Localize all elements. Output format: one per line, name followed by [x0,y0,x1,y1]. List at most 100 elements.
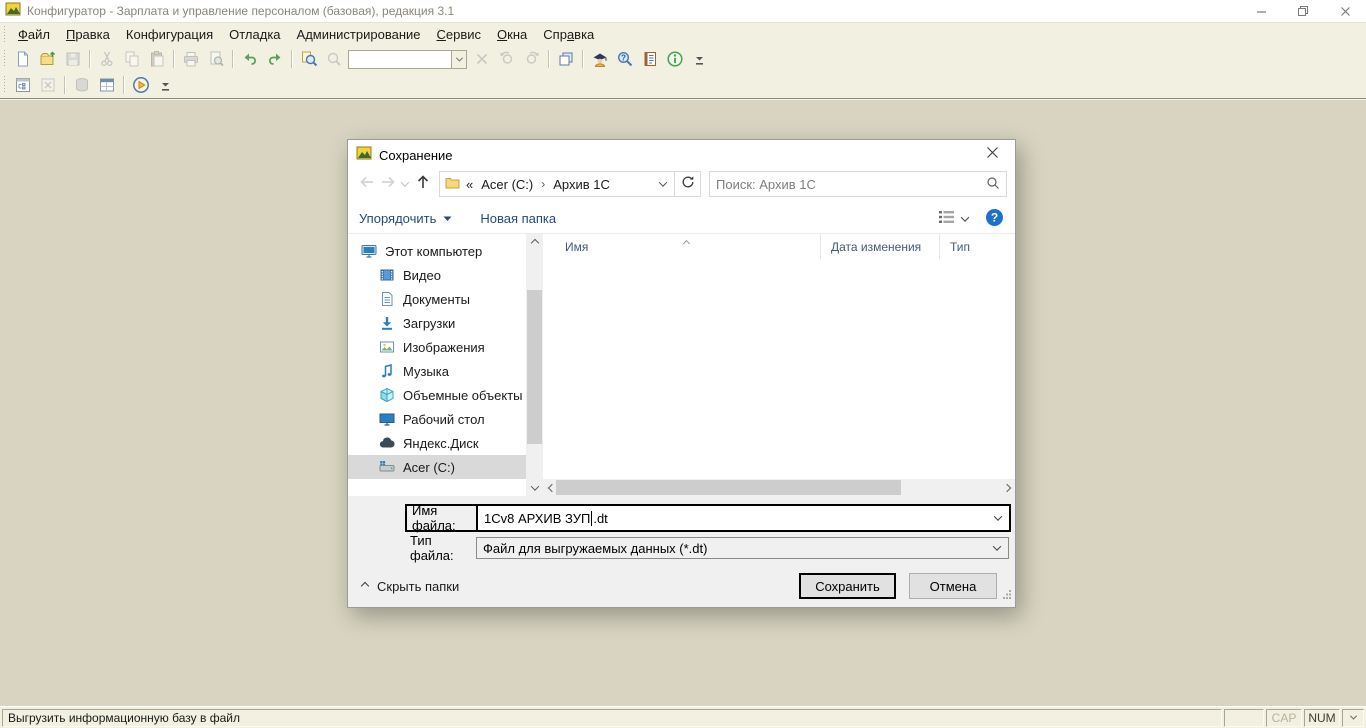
help-search-icon: ? [616,50,634,68]
hide-folders-button[interactable]: Скрыть папки [362,579,459,594]
filename-input[interactable]: 1Cv8 АРХИВ ЗУП .dt [476,506,1009,530]
save-button[interactable]: Сохранить [799,573,896,599]
find-button[interactable] [296,48,321,70]
info-button[interactable] [662,48,687,70]
sidebar-scrollbar[interactable] [526,234,543,496]
up-arrow-icon [414,173,432,196]
status-overflow-button[interactable] [1342,709,1364,727]
scrollbar-thumb[interactable] [527,290,542,444]
quick-search-input[interactable] [348,50,452,69]
new-folder-button[interactable]: Новая папка [480,211,556,226]
address-dropdown-button[interactable] [652,172,674,196]
clear-search-button [469,48,494,70]
resize-grip[interactable] [1002,586,1012,604]
organize-button[interactable]: Упорядочить [359,211,452,226]
dialog-close-button[interactable] [970,141,1015,170]
breadcrumb-segment[interactable]: Acer (C:) [481,177,533,192]
file-list-area: ИмяДата измененияТип [543,234,1015,496]
quick-search-combobox[interactable] [348,50,467,69]
debug-start-button[interactable] [128,74,153,96]
sidebar-item-documents[interactable]: Документы [348,287,526,311]
help-button[interactable]: ? [985,208,1004,230]
close-button[interactable] [1324,0,1366,22]
column-header-type[interactable]: Тип [940,234,1015,259]
search-input[interactable]: Поиск: Архив 1С [709,171,1007,197]
clear-search-icon [473,50,491,68]
filetype-select[interactable]: Файл для выгружаемых данных (*.dt) [476,537,1009,559]
file-list-horizontal-scrollbar[interactable] [543,479,1015,496]
sidebar-item-pictures[interactable]: Изображения [348,335,526,359]
menu-файл[interactable]: Файл [10,24,58,45]
view-mode-dropdown[interactable] [961,213,969,221]
sidebar-item-downloads[interactable]: Загрузки [348,311,526,335]
sidebar-item-objects3d[interactable]: Объемные объекты [348,383,526,407]
forward-button[interactable] [377,172,398,196]
sidebar-item-label: Рабочий стол [403,412,485,427]
toolbar-grip[interactable] [2,76,7,94]
back-button[interactable] [356,172,377,196]
window-title: Конфигуратор - Зарплата и управление пер… [27,4,454,18]
form-editor-button[interactable] [94,74,119,96]
menu-конфигурация[interactable]: Конфигурация [118,24,221,45]
goto-next-result-icon [523,50,541,68]
menu-администрирование[interactable]: Администрирование [289,24,429,45]
open-file-button[interactable] [35,48,60,70]
find-icon [300,50,318,68]
chevron-down-icon[interactable] [994,512,1002,520]
help-search-button[interactable]: ? [612,48,637,70]
up-button[interactable] [412,172,433,196]
syntax-check-button[interactable] [587,48,612,70]
sidebar-item-drive[interactable]: Acer (C:) [348,455,526,479]
sidebar-item-desktop[interactable]: Рабочий стол [348,407,526,431]
undo-button[interactable] [237,48,262,70]
breadcrumb-segment[interactable]: Архив 1С [553,177,610,192]
menu-отладка[interactable]: Отладка [221,24,288,45]
breadcrumb-segment[interactable]: « [466,177,473,192]
menu-правка[interactable]: Правка [58,24,118,45]
overflow-button[interactable] [153,74,178,96]
folder-icon [445,176,460,193]
filename-value-extension: .dt [593,511,607,526]
save-icon [64,50,82,68]
config-tree-button[interactable] [10,74,35,96]
templates-button[interactable] [637,48,662,70]
overflow-button[interactable] [687,48,712,70]
column-header-date-modified[interactable]: Дата изменения [821,234,940,259]
sidebar-item-label: Изображения [403,340,485,355]
sidebar-item-label: Видео [403,268,441,283]
menu-окна[interactable]: Окна [489,24,535,45]
scroll-down-arrow[interactable] [526,479,543,496]
scroll-up-arrow[interactable] [526,234,543,251]
view-mode-button[interactable] [938,210,955,227]
menu-справка[interactable]: Справка [535,24,602,45]
copy-window-button[interactable] [553,48,578,70]
new-document-button[interactable] [10,48,35,70]
minimize-button[interactable] [1240,0,1282,22]
goto-prev-result-icon [498,50,516,68]
scroll-right-arrow[interactable] [998,479,1015,496]
refresh-button[interactable] [674,172,700,196]
dialog-footer: Имя файла: 1Cv8 АРХИВ ЗУП .dt Тип файла:… [348,496,1015,607]
save-dialog-title-bar[interactable]: Сохранение [348,140,1015,170]
address-bar[interactable]: «Acer (C:)›Архив 1С [440,172,652,196]
scrollbar-thumb[interactable] [556,480,901,495]
sidebar-item-video[interactable]: Видео [348,263,526,287]
search-icon [986,176,1000,193]
toolbar-grip[interactable] [2,50,7,68]
sidebar-item-computer[interactable]: Этот компьютер [348,239,526,263]
combobox-dropdown-button[interactable] [452,50,467,69]
sidebar-item-yandex-disk[interactable]: Яндекс.Диск [348,431,526,455]
chevron-down-icon [993,542,1001,550]
recent-locations-button[interactable] [398,172,412,196]
paste-icon [148,50,166,68]
toolbar-grip[interactable] [2,26,7,44]
file-list-empty[interactable] [543,259,1015,479]
restore-button[interactable] [1282,0,1324,22]
sidebar-item-label: Музыка [403,364,449,379]
menu-сервис[interactable]: Сервис [429,24,490,45]
overflow-icon [694,52,705,66]
column-header-name[interactable]: Имя [543,234,821,259]
cancel-button[interactable]: Отмена [909,573,997,599]
redo-button[interactable] [262,48,287,70]
sidebar-item-music[interactable]: Музыка [348,359,526,383]
